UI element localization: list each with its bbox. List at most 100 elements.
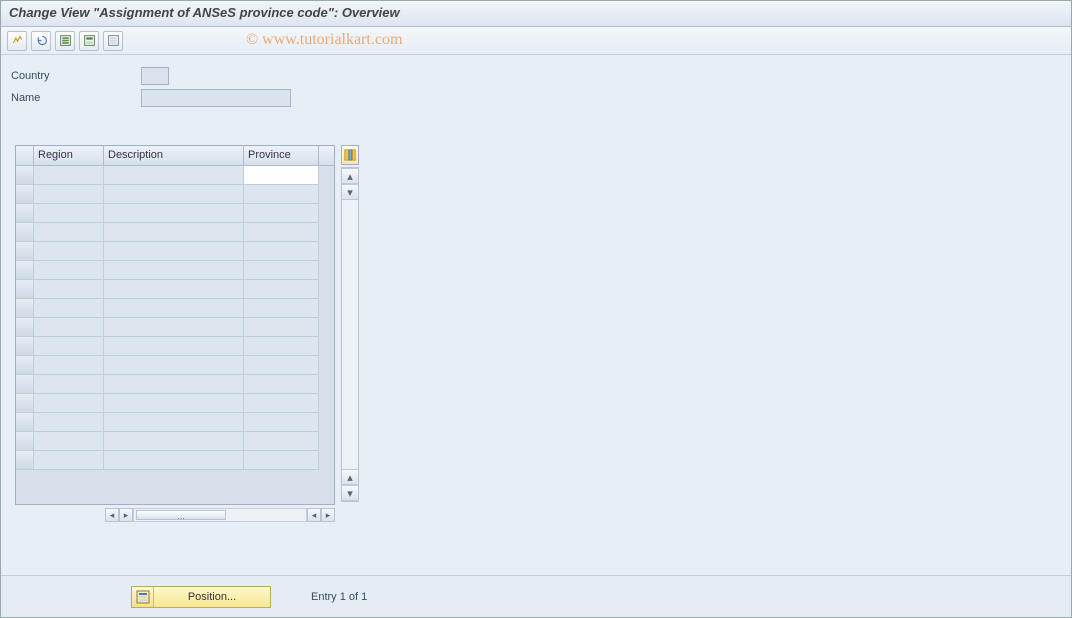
table-row[interactable] xyxy=(16,394,334,413)
row-selector[interactable] xyxy=(16,375,34,394)
cell-description[interactable] xyxy=(104,242,244,261)
col-province[interactable]: Province xyxy=(244,146,319,165)
row-selector[interactable] xyxy=(16,394,34,413)
cell-region[interactable] xyxy=(34,375,104,394)
cell-province[interactable] xyxy=(244,394,319,413)
table-row[interactable] xyxy=(16,356,334,375)
cell-province[interactable] xyxy=(244,261,319,280)
row-selector[interactable] xyxy=(16,204,34,223)
cell-description[interactable] xyxy=(104,432,244,451)
cell-region[interactable] xyxy=(34,185,104,204)
cell-region[interactable] xyxy=(34,413,104,432)
select-block-button[interactable] xyxy=(79,31,99,51)
row-selector[interactable] xyxy=(16,318,34,337)
position-button[interactable]: Position... xyxy=(131,586,271,608)
cell-province[interactable] xyxy=(244,375,319,394)
cell-description[interactable] xyxy=(104,280,244,299)
row-selector[interactable] xyxy=(16,299,34,318)
cell-description[interactable] xyxy=(104,185,244,204)
cell-description[interactable] xyxy=(104,394,244,413)
table-row[interactable] xyxy=(16,242,334,261)
header-select-all[interactable] xyxy=(16,146,34,165)
table-row[interactable] xyxy=(16,185,334,204)
table-row[interactable] xyxy=(16,337,334,356)
cell-province[interactable] xyxy=(244,223,319,242)
cell-description[interactable] xyxy=(104,166,244,185)
cell-province[interactable] xyxy=(244,318,319,337)
cell-province[interactable] xyxy=(244,204,319,223)
table-row[interactable] xyxy=(16,413,334,432)
country-input[interactable] xyxy=(141,67,169,85)
cell-description[interactable] xyxy=(104,318,244,337)
cell-description[interactable] xyxy=(104,451,244,470)
name-input[interactable] xyxy=(141,89,291,107)
scroll-up-icon[interactable]: ▴ xyxy=(342,168,358,184)
cell-description[interactable] xyxy=(104,223,244,242)
horizontal-scrollbar[interactable]: ◂ ▸ ... ◂ ▸ xyxy=(105,507,335,523)
cell-province[interactable] xyxy=(244,451,319,470)
hscroll-track[interactable]: ... xyxy=(133,508,307,522)
table-row[interactable] xyxy=(16,432,334,451)
cell-region[interactable] xyxy=(34,242,104,261)
cell-province[interactable] xyxy=(244,185,319,204)
table-row[interactable] xyxy=(16,204,334,223)
table-row[interactable] xyxy=(16,451,334,470)
scroll-down-step-icon[interactable]: ▾ xyxy=(342,184,358,200)
row-selector[interactable] xyxy=(16,451,34,470)
col-description[interactable]: Description xyxy=(104,146,244,165)
table-row[interactable] xyxy=(16,318,334,337)
cell-region[interactable] xyxy=(34,261,104,280)
row-selector[interactable] xyxy=(16,185,34,204)
scroll-last-icon[interactable]: ▸ xyxy=(321,508,335,522)
table-row[interactable] xyxy=(16,299,334,318)
deselect-all-button[interactable] xyxy=(103,31,123,51)
row-selector[interactable] xyxy=(16,166,34,185)
row-selector[interactable] xyxy=(16,261,34,280)
cell-description[interactable] xyxy=(104,204,244,223)
row-selector[interactable] xyxy=(16,242,34,261)
row-selector[interactable] xyxy=(16,356,34,375)
data-grid[interactable]: Region Description Province xyxy=(15,145,335,505)
cell-province[interactable] xyxy=(244,413,319,432)
row-selector[interactable] xyxy=(16,432,34,451)
scroll-up-step-icon[interactable]: ▴ xyxy=(342,469,358,485)
cell-region[interactable] xyxy=(34,394,104,413)
cell-description[interactable] xyxy=(104,413,244,432)
cell-province[interactable] xyxy=(244,242,319,261)
table-row[interactable] xyxy=(16,375,334,394)
cell-description[interactable] xyxy=(104,337,244,356)
configure-columns-button[interactable] xyxy=(341,145,359,165)
other-view-button[interactable] xyxy=(7,31,27,51)
cell-description[interactable] xyxy=(104,375,244,394)
row-selector[interactable] xyxy=(16,280,34,299)
table-row[interactable] xyxy=(16,280,334,299)
cell-region[interactable] xyxy=(34,432,104,451)
scroll-down-icon[interactable]: ▾ xyxy=(342,485,358,501)
hscroll-thumb[interactable]: ... xyxy=(136,510,226,520)
cell-region[interactable] xyxy=(34,318,104,337)
col-region[interactable]: Region xyxy=(34,146,104,165)
cell-description[interactable] xyxy=(104,261,244,280)
cell-region[interactable] xyxy=(34,451,104,470)
vertical-scrollbar[interactable]: ▴ ▾ ▴ ▾ xyxy=(341,167,359,502)
table-row[interactable] xyxy=(16,261,334,280)
cell-province[interactable] xyxy=(244,166,319,185)
cell-province[interactable] xyxy=(244,337,319,356)
scroll-right-icon[interactable]: ◂ xyxy=(307,508,321,522)
row-selector[interactable] xyxy=(16,413,34,432)
cell-description[interactable] xyxy=(104,299,244,318)
cell-province[interactable] xyxy=(244,299,319,318)
scroll-first-icon[interactable]: ◂ xyxy=(105,508,119,522)
table-row[interactable] xyxy=(16,166,334,185)
cell-region[interactable] xyxy=(34,280,104,299)
cell-province[interactable] xyxy=(244,280,319,299)
cell-province[interactable] xyxy=(244,356,319,375)
cell-region[interactable] xyxy=(34,356,104,375)
scroll-left-icon[interactable]: ▸ xyxy=(119,508,133,522)
cell-region[interactable] xyxy=(34,337,104,356)
cell-region[interactable] xyxy=(34,223,104,242)
cell-region[interactable] xyxy=(34,204,104,223)
select-all-button[interactable] xyxy=(55,31,75,51)
cell-region[interactable] xyxy=(34,166,104,185)
undo-button[interactable] xyxy=(31,31,51,51)
